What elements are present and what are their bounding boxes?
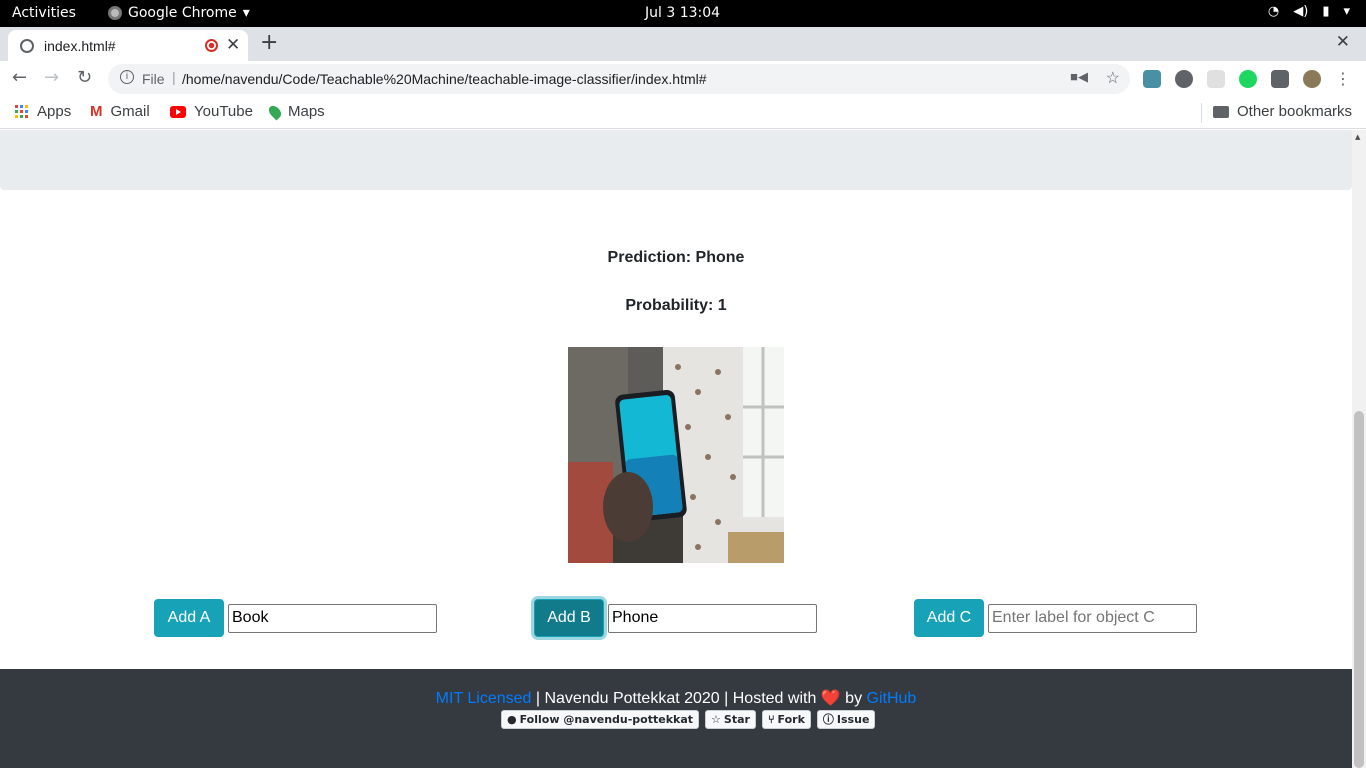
github-fork-label: Fork [777, 713, 805, 726]
web-page: Prediction: Phone Probability: 1 Add A B… [0, 130, 1352, 768]
label-b-input[interactable] [608, 603, 817, 633]
page-scrollbar[interactable]: ▲ [1352, 130, 1366, 768]
footer: MIT Licensed | Navendu Pottekkat 2020 | … [0, 669, 1352, 768]
bookmark-star-icon[interactable]: ☆ [1106, 68, 1120, 88]
add-c-button[interactable]: Add C [914, 599, 984, 637]
add-a-button[interactable]: Add A [154, 599, 224, 637]
github-buttons: ● Follow @navendu-pottekkat ☆ Star ⑂ For… [501, 710, 876, 729]
issue-icon: ⓘ [822, 713, 834, 726]
browser-toolbar: ← → ↻ i File | /home/navendu/Code/Teacha… [0, 61, 1366, 97]
url-text[interactable]: /home/navendu/Code/Teachable%20Machine/t… [182, 71, 707, 87]
mit-license-link[interactable]: MIT Licensed [436, 690, 532, 707]
close-window-button[interactable]: ✕ [1336, 32, 1350, 52]
bookmark-label: Gmail [110, 103, 150, 120]
reload-button[interactable]: ↻ [77, 67, 92, 88]
prediction-text: Prediction: Phone [607, 249, 745, 266]
webcam-video [568, 347, 784, 563]
tab-strip: index.html# ✕ + ✕ [0, 27, 1366, 61]
camera-icon[interactable]: ■◀ [1070, 69, 1088, 85]
scroll-up-arrow-icon[interactable]: ▲ [1355, 133, 1360, 141]
bookmark-youtube[interactable]: YouTube [170, 103, 253, 120]
omnibox-divider: | [172, 69, 176, 85]
extension-icon[interactable] [1143, 70, 1161, 88]
github-star-label: Star [723, 713, 750, 726]
bookmark-maps[interactable]: Maps [266, 103, 325, 120]
bookmarks-bar: Apps M Gmail YouTube Maps Other bookmark… [0, 97, 1366, 129]
class-a-control: Add A [154, 599, 437, 637]
label-a-input[interactable] [228, 603, 437, 633]
scheme-label: File [142, 71, 165, 87]
apps-grid-icon [15, 104, 29, 119]
system-tray[interactable]: ◔ ◀) ▮ ▾ [1268, 4, 1350, 19]
extension-icon[interactable] [1207, 70, 1225, 88]
volume-icon: ◀) [1293, 4, 1309, 19]
folder-icon [1213, 105, 1229, 118]
other-bookmarks[interactable]: Other bookmarks [1213, 103, 1352, 120]
forward-button[interactable]: → [44, 67, 59, 88]
footer-by-text: by [840, 690, 867, 707]
app-menu[interactable]: Google Chrome ▾ [108, 5, 250, 21]
battery-icon: ▮ [1322, 4, 1330, 19]
scrollbar-thumb[interactable] [1354, 411, 1364, 768]
info-icon[interactable]: i [120, 70, 134, 84]
heart-icon: ❤️ [820, 690, 841, 707]
github-issue-label: Issue [836, 713, 870, 726]
other-bookmarks-label: Other bookmarks [1237, 103, 1353, 120]
footer-middle-text: | Navendu Pottekkat 2020 | Hosted with [531, 690, 821, 707]
bookmark-label: Maps [288, 103, 325, 120]
globe-icon [20, 38, 34, 53]
label-c-input[interactable] [988, 603, 1197, 633]
maps-pin-icon [266, 103, 284, 120]
wifi-icon: ◔ [1267, 4, 1280, 19]
probability-text: Probability: 1 [625, 297, 727, 314]
footer-text: MIT Licensed | Navendu Pottekkat 2020 | … [0, 688, 1352, 708]
os-top-bar: Activities Google Chrome ▾ Jul 3 13:04 ◔… [0, 0, 1366, 27]
github-link[interactable]: GitHub [867, 690, 917, 707]
extensions-area: ⋮ [1143, 70, 1353, 88]
chevron-down-icon: ▾ [242, 5, 250, 21]
github-follow-label: Follow @navendu-pottekkat [519, 713, 694, 726]
class-c-control: Add C [914, 599, 1197, 637]
github-follow-button[interactable]: ● Follow @navendu-pottekkat [501, 710, 700, 729]
gmail-icon: M [90, 103, 103, 120]
webcam-frame [568, 347, 784, 563]
recording-icon [205, 39, 218, 52]
bookmark-label: YouTube [194, 103, 253, 120]
github-icon: ● [507, 713, 517, 726]
github-issue-button[interactable]: ⓘ Issue [816, 710, 876, 729]
chevron-down-icon: ▾ [1343, 4, 1350, 19]
bookmark-gmail[interactable]: M Gmail [90, 103, 150, 120]
tab-title: index.html# [44, 37, 116, 54]
activities-button[interactable]: Activities [12, 5, 76, 21]
bookmarks-divider [1201, 103, 1202, 123]
close-tab-icon[interactable]: ✕ [226, 35, 240, 55]
clock[interactable]: Jul 3 13:04 [645, 5, 720, 21]
extension-icon[interactable] [1239, 70, 1257, 88]
youtube-icon [170, 105, 186, 118]
extension-icon[interactable] [1175, 70, 1193, 88]
class-b-control: Add B [534, 599, 817, 637]
menu-icon[interactable]: ⋮ [1335, 70, 1353, 88]
browser-tab[interactable]: index.html# ✕ [8, 30, 248, 61]
app-name: Google Chrome [128, 5, 237, 21]
avatar[interactable] [1303, 70, 1321, 88]
star-icon: ☆ [711, 713, 721, 726]
add-b-button[interactable]: Add B [534, 599, 604, 637]
back-button[interactable]: ← [12, 67, 27, 88]
bookmark-apps[interactable]: Apps [15, 103, 71, 120]
header-jumbotron [0, 130, 1352, 190]
github-fork-button[interactable]: ⑂ Fork [761, 710, 811, 729]
github-star-button[interactable]: ☆ Star [705, 710, 756, 729]
new-tab-button[interactable]: + [260, 30, 278, 55]
fork-icon: ⑂ [767, 713, 775, 726]
bookmark-label: Apps [37, 103, 72, 120]
chrome-icon [108, 6, 122, 20]
puzzle-icon[interactable] [1271, 70, 1289, 88]
address-bar[interactable]: i File | /home/navendu/Code/Teachable%20… [108, 64, 1130, 94]
